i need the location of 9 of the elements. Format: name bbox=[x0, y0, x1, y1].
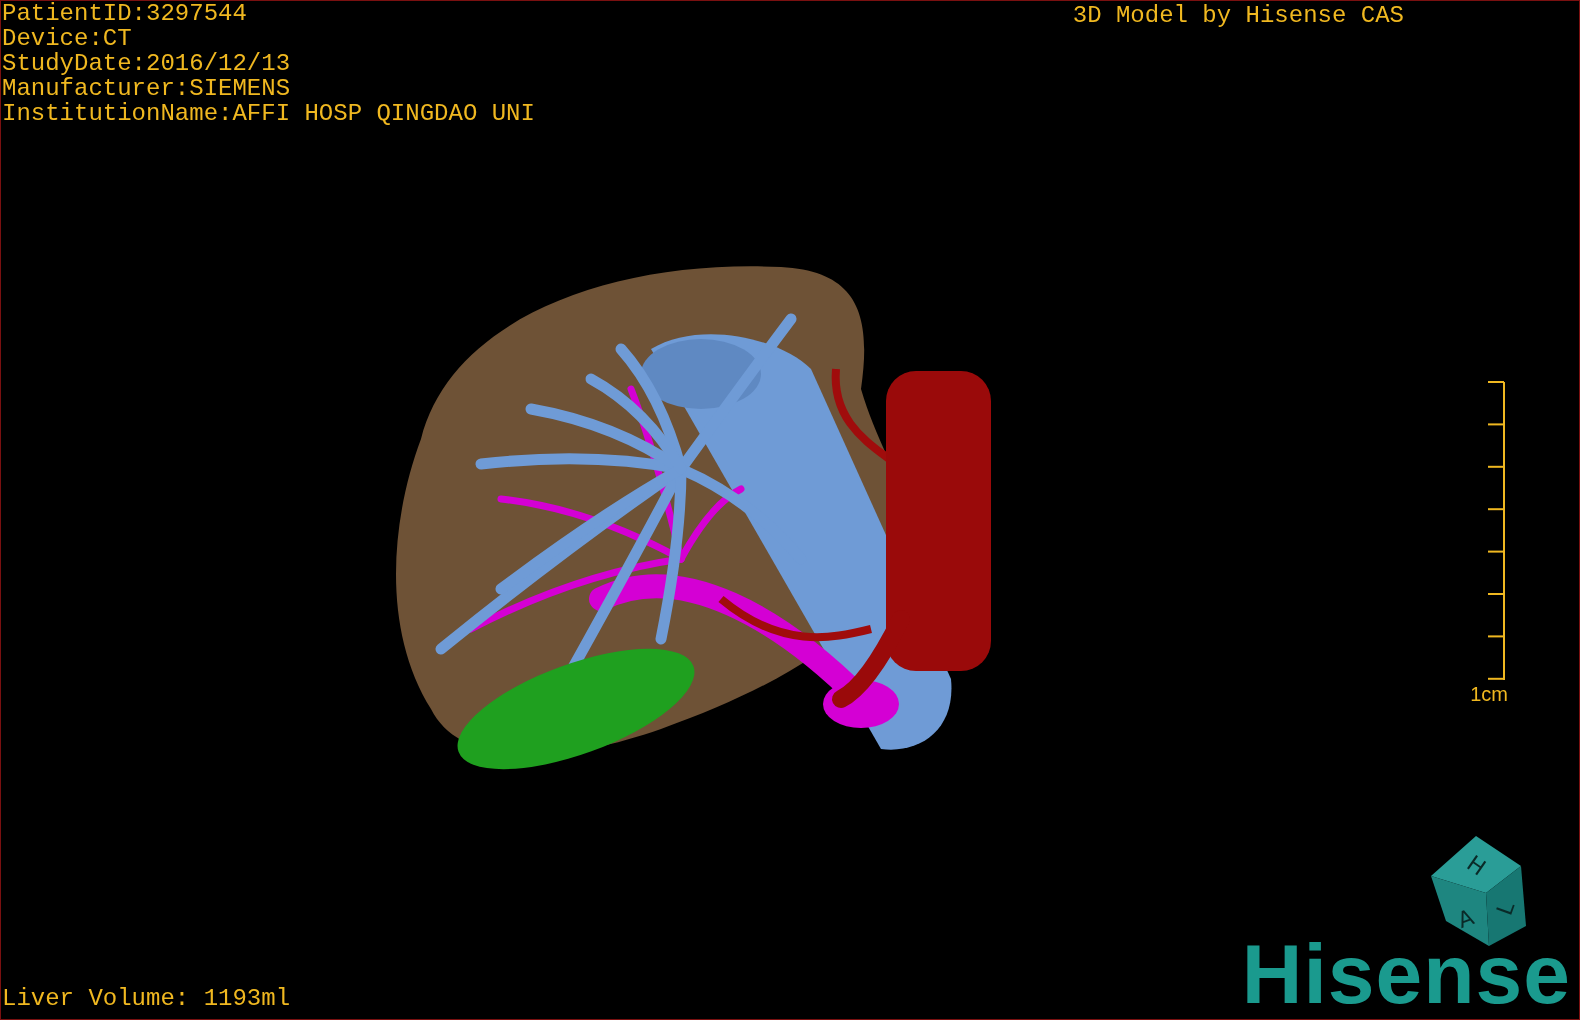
organ-model-drawing[interactable] bbox=[396, 266, 991, 770]
viewer-title: 3D Model by Hisense CAS bbox=[1072, 3, 1404, 28]
patient-info-text: PatientID:3297544 bbox=[2, 1, 247, 26]
patient-info-text: StudyDate:2016/12/13 bbox=[2, 51, 291, 76]
scale-label: 1cm bbox=[1470, 683, 1508, 705]
patient-info-text: InstitutionName:AFFI HOSP QINGDAO UNI bbox=[2, 101, 535, 126]
patient-info-text: Device:CT bbox=[2, 26, 132, 51]
patient-info-text: Manufacturer:SIEMENS bbox=[2, 76, 291, 101]
liver-volume-text: Liver Volume: 1193ml bbox=[1, 986, 291, 1012]
